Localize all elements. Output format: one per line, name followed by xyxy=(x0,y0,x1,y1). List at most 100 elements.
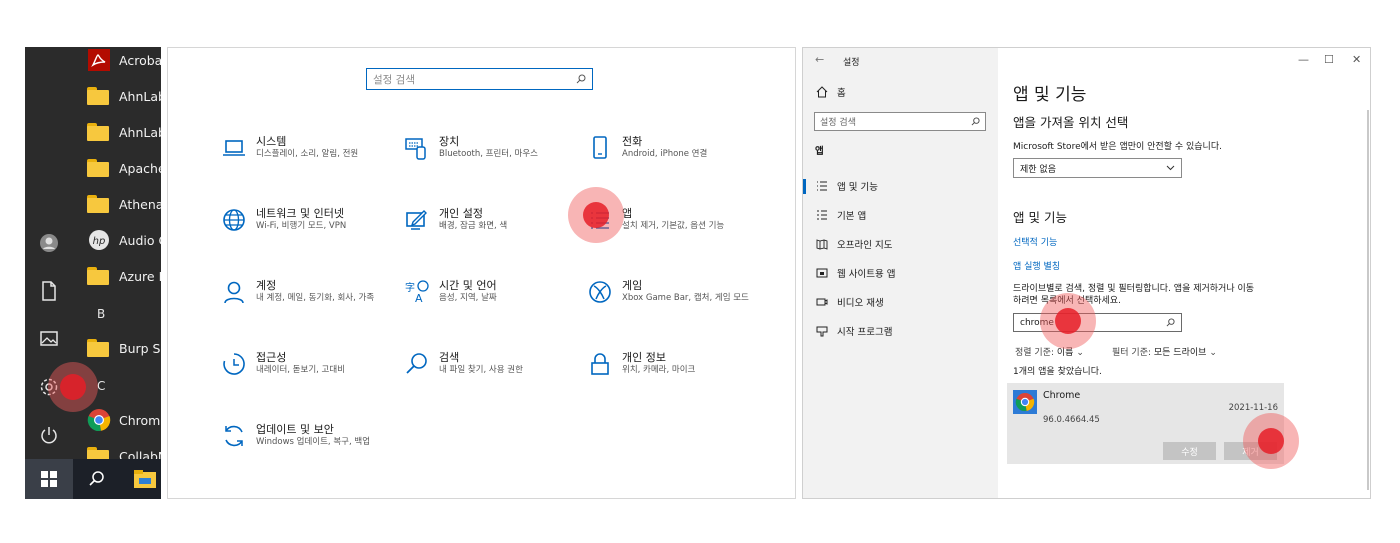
folder-icon xyxy=(87,159,109,177)
sidebar-item-apps-for-websites[interactable]: 웹 사이트용 앱 xyxy=(815,265,895,281)
sidebar-item-label: 앱 및 기능 xyxy=(837,182,878,193)
search-icon xyxy=(971,117,980,126)
tile-update-security[interactable]: 업데이트 및 보안 Windows 업데이트, 복구, 백업 xyxy=(221,421,391,461)
settings-gear-icon[interactable] xyxy=(37,375,61,399)
choose-where-description: Microsoft Store에서 받은 앱만이 안전할 수 있습니다. xyxy=(1013,142,1222,152)
sidebar-item-label: 웹 사이트용 앱 xyxy=(837,269,896,280)
taskbar-search-button[interactable] xyxy=(73,459,121,499)
tile-phone[interactable]: 전화 Android, iPhone 연결 xyxy=(587,133,757,173)
chrome-icon xyxy=(1013,390,1037,414)
tile-subtitle: 내 파일 찾기, 사용 권한 xyxy=(439,365,523,375)
sidebar-item-apps-features[interactable]: 앱 및 기능 xyxy=(815,178,878,194)
tile-title: 계정 xyxy=(256,279,277,292)
app-label: AhnLab xyxy=(119,88,161,104)
app-aliases-link[interactable]: 앱 실행 별칭 xyxy=(1013,259,1060,272)
folder-icon xyxy=(87,267,109,285)
sidebar-item-label: 오프라인 지도 xyxy=(837,240,893,251)
letter-header-c[interactable]: C xyxy=(97,379,105,393)
tile-title: 앱 xyxy=(622,207,633,220)
app-list-item-chrome[interactable]: Chrome 96.0.4664.45 2021-11-16 수정 제거 xyxy=(1007,383,1284,464)
start-app-acrobat[interactable]: Acrobat xyxy=(87,47,161,75)
sidebar-item-offline-maps[interactable]: 오프라인 지도 xyxy=(815,236,892,252)
apps-features-window: ← 설정 홈 설정 검색 앱 앱 및 기능 기본 앱 오프라인 지도 웹 사이트… xyxy=(802,47,1371,499)
sidebar-search-input[interactable]: 설정 검색 xyxy=(814,112,986,131)
power-icon[interactable] xyxy=(37,423,61,447)
default-apps-icon xyxy=(815,208,829,222)
tile-accounts[interactable]: 계정 내 계정, 메일, 동기화, 회사, 가족 xyxy=(221,277,391,317)
sidebar-item-default-apps[interactable]: 기본 앱 xyxy=(815,207,866,223)
tile-subtitle: 설치 제거, 기본값, 옵션 기능 xyxy=(622,221,725,231)
start-app-chrome[interactable]: Chrome xyxy=(87,405,161,435)
optional-features-link[interactable]: 선택적 기능 xyxy=(1013,235,1057,248)
tile-title: 개인 정보 xyxy=(622,351,666,364)
update-icon xyxy=(225,425,243,447)
filter-label: 필터 기준: xyxy=(1112,348,1152,358)
app-label: AhnLab xyxy=(119,124,161,140)
tile-title: 장치 xyxy=(439,135,460,148)
offline-maps-icon xyxy=(815,237,829,251)
close-button[interactable]: ✕ xyxy=(1352,53,1361,66)
windows-logo-icon xyxy=(41,471,57,487)
tile-system[interactable]: 시스템 디스플레이, 소리, 알림, 전원 xyxy=(221,133,391,173)
modify-button[interactable]: 수정 xyxy=(1163,442,1216,460)
pictures-icon[interactable] xyxy=(37,327,61,351)
start-app-apache[interactable]: Apache xyxy=(87,153,161,183)
search-placeholder: 설정 검색 xyxy=(820,118,856,128)
tile-subtitle: Xbox Game Bar, 캡처, 게임 모드 xyxy=(622,293,749,303)
start-button[interactable] xyxy=(25,459,73,499)
tile-accessibility[interactable]: 접근성 내레이터, 돋보기, 고대비 xyxy=(221,349,391,389)
sidebar-home[interactable]: 홈 xyxy=(815,84,846,100)
tile-search[interactable]: 검색 내 파일 찾기, 사용 권한 xyxy=(404,349,574,389)
minimize-button[interactable]: — xyxy=(1298,53,1309,66)
personalize-icon xyxy=(406,210,427,230)
app-label: Apache xyxy=(119,160,161,176)
settings-search-input[interactable]: 설정 검색 xyxy=(366,68,593,90)
filter-by-dropdown[interactable]: 필터 기준: 모든 드라이브 ⌄ xyxy=(1112,345,1217,358)
selection-indicator xyxy=(803,179,806,194)
folder-icon xyxy=(87,87,109,105)
sort-by-dropdown[interactable]: 정렬 기준: 이름 ⌄ xyxy=(1015,345,1084,358)
start-app-azure[interactable]: Azure D xyxy=(87,261,161,291)
tile-gaming[interactable]: 게임 Xbox Game Bar, 캡처, 게임 모드 xyxy=(587,277,757,317)
sidebar-item-label: 비디오 재생 xyxy=(837,298,884,309)
taskbar xyxy=(25,459,161,499)
tile-personalization[interactable]: 개인 설정 배경, 잠금 화면, 색 xyxy=(404,205,574,245)
app-list-search-input[interactable]: chrome xyxy=(1013,313,1182,332)
startup-icon xyxy=(815,324,829,338)
search-placeholder: 설정 검색 xyxy=(373,73,415,86)
time-language-icon: 字A xyxy=(405,280,429,305)
user-icon[interactable] xyxy=(37,231,61,255)
choose-where-dropdown[interactable]: 제한 없음 xyxy=(1013,158,1182,178)
lock-icon xyxy=(591,353,609,375)
start-app-burp[interactable]: Burp Su xyxy=(87,333,161,363)
tile-apps[interactable]: 앱 설치 제거, 기본값, 옵션 기능 xyxy=(587,205,757,245)
app-version: 96.0.4664.45 xyxy=(1043,415,1100,425)
scrollbar[interactable] xyxy=(1367,110,1369,490)
tile-title: 네트워크 및 인터넷 xyxy=(256,207,344,220)
sidebar-item-label: 시작 프로그램 xyxy=(837,327,893,338)
chrome-icon xyxy=(87,409,111,432)
uninstall-button[interactable]: 제거 xyxy=(1224,442,1277,460)
tile-subtitle: 내레이터, 돋보기, 고대비 xyxy=(256,365,346,375)
window-title: 설정 xyxy=(843,58,860,68)
tile-devices[interactable]: 장치 Bluetooth, 프린터, 마우스 xyxy=(404,133,574,173)
document-icon[interactable] xyxy=(37,279,61,303)
tile-privacy[interactable]: 개인 정보 위치, 카메라, 마이크 xyxy=(587,349,757,389)
taskbar-file-explorer[interactable] xyxy=(121,459,161,499)
start-rail xyxy=(25,47,73,459)
tile-time-language[interactable]: 字A 시간 및 언어 음성, 지역, 날짜 xyxy=(404,277,574,317)
start-app-athena[interactable]: Athena xyxy=(87,189,161,219)
tile-network[interactable]: 네트워크 및 인터넷 Wi-Fi, 비행기 모드, VPN xyxy=(221,205,391,245)
sidebar-item-startup[interactable]: 시작 프로그램 xyxy=(815,323,892,339)
back-arrow-icon[interactable]: ← xyxy=(815,53,824,66)
tile-subtitle: 내 계정, 메일, 동기화, 회사, 가족 xyxy=(256,293,375,303)
maximize-button[interactable]: ☐ xyxy=(1324,53,1334,66)
start-app-audio[interactable]: hp Audio C xyxy=(87,225,161,255)
start-app-ahnlab[interactable]: AhnLab xyxy=(87,81,161,111)
letter-header-b[interactable]: B xyxy=(97,307,105,321)
filter-value: 모든 드라이브 xyxy=(1153,348,1207,358)
sidebar-item-video-playback[interactable]: 비디오 재생 xyxy=(815,294,884,310)
sort-label: 정렬 기준: xyxy=(1015,348,1055,358)
keyboard-icon xyxy=(405,138,426,160)
start-app-ahnlab-2[interactable]: AhnLab xyxy=(87,117,161,147)
